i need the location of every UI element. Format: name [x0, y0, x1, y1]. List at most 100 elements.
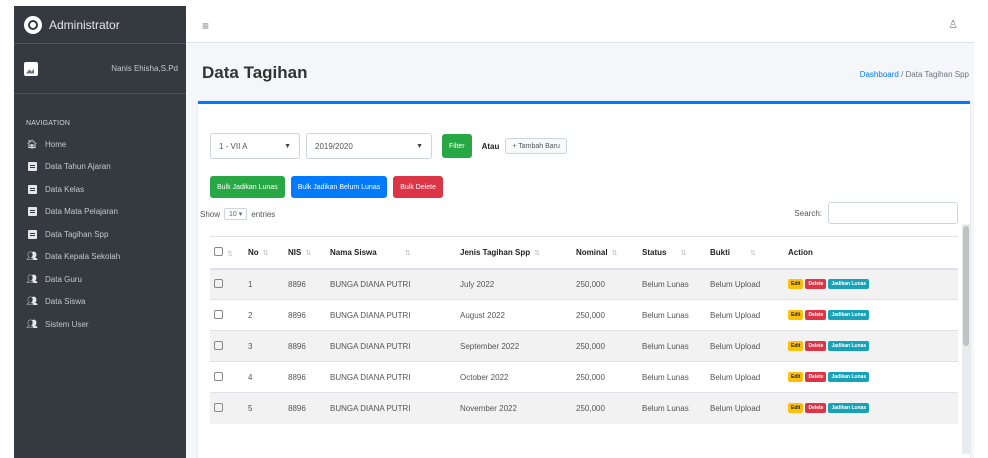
bulk-belum-lunas-button[interactable]: Bulk Jadikan Belum Lunas	[290, 176, 388, 198]
jadikan-lunas-button[interactable]: Jadikan Lunas	[828, 372, 870, 382]
user-name[interactable]: Nanis Ehisha,S.Pd	[111, 64, 178, 73]
col-jenis[interactable]: Jenis Tagihan Spp ⇅	[456, 236, 572, 270]
cell-bukti: Belum Upload	[706, 299, 784, 331]
cell-action: Edit Delete Jadikan Lunas	[784, 268, 958, 300]
user-icon[interactable]: ♙	[948, 18, 958, 31]
row-select[interactable]	[210, 330, 244, 362]
cell-nis: 8896	[284, 361, 326, 393]
sidebar-item-label: Data Tagihan Spp	[45, 229, 109, 239]
sidebar-item-label: Data Tahun Ajaran	[45, 162, 111, 172]
cell-nis: 8896	[284, 268, 326, 300]
table-icon	[26, 184, 38, 194]
table-scrollbar[interactable]	[962, 224, 970, 454]
col-action: Action	[784, 236, 958, 270]
content: Data Tagihan Dashboard / Data Tagihan Sp…	[186, 43, 974, 458]
sidebar-item-siswa[interactable]: 👥︎ Data Siswa	[14, 291, 186, 314]
table-row: 3 8896 BUNGA DIANA PUTRI September 2022 …	[210, 330, 958, 362]
users-icon: 👥︎	[26, 318, 38, 329]
delete-button[interactable]: Delete	[805, 341, 827, 351]
jadikan-lunas-button[interactable]: Jadikan Lunas	[828, 403, 870, 414]
tahun-select[interactable]: 2019/2020 ▼	[306, 133, 432, 159]
checkbox[interactable]	[214, 340, 223, 350]
sidebar-item-kepala-sekolah[interactable]: 👥︎ Data Kepala Sekolah	[14, 246, 186, 269]
chevron-down-icon: ▼	[416, 142, 423, 150]
delete-button[interactable]: Delete	[805, 403, 827, 414]
bulk-lunas-button[interactable]: Bulk Jadikan Lunas	[210, 176, 285, 198]
cell-status: Belum Lunas	[638, 268, 706, 300]
edit-button[interactable]: Edit	[788, 279, 804, 290]
sidebar-item-kelas[interactable]: Data Kelas	[14, 178, 186, 201]
jadikan-lunas-button[interactable]: Jadikan Lunas	[828, 310, 870, 320]
topbar: ≡ ♙	[186, 6, 974, 43]
checkbox[interactable]	[214, 246, 223, 256]
sidebar-item-label: Sistem User	[45, 319, 89, 329]
row-select[interactable]	[210, 299, 244, 331]
checkbox[interactable]	[214, 309, 223, 319]
jadikan-lunas-button[interactable]: Jadikan Lunas	[828, 279, 870, 290]
edit-button[interactable]: Edit	[788, 341, 804, 351]
checkbox[interactable]	[214, 278, 223, 288]
breadcrumb-current: Data Tagihan Spp	[905, 70, 969, 79]
col-nominal[interactable]: Nominal ⇅	[572, 236, 638, 270]
sidebar: Administrator Nanis Ehisha,S.Pd NAVIGATI…	[14, 6, 186, 458]
sidebar-item-guru[interactable]: 👥︎ Data Guru	[14, 268, 186, 291]
cell-nis: 8896	[284, 299, 326, 331]
jadikan-lunas-button[interactable]: Jadikan Lunas	[828, 341, 870, 351]
delete-button[interactable]: Delete	[805, 372, 827, 382]
edit-button[interactable]: Edit	[788, 372, 804, 382]
cell-bukti: Belum Upload	[706, 361, 784, 393]
col-no[interactable]: No ⇅	[244, 236, 284, 270]
table-row: 2 8896 BUNGA DIANA PUTRI August 2022 250…	[210, 299, 958, 331]
tagihan-table: ⇅ No ⇅ NIS ⇅ Nama Siswa ⇅ Jenis Tagihan Spp…	[210, 236, 958, 424]
bulk-delete-button[interactable]: Bulk Delete	[393, 176, 444, 198]
col-nama[interactable]: Nama Siswa ⇅	[326, 236, 456, 270]
cell-nama: BUNGA DIANA PUTRI	[326, 330, 456, 362]
delete-button[interactable]: Delete	[805, 310, 827, 320]
table-icon	[26, 207, 38, 217]
kelas-value: 1 - VII A	[219, 141, 248, 151]
cell-jenis: October 2022	[456, 361, 572, 393]
sidebar-item-tagihan-spp[interactable]: Data Tagihan Spp	[14, 223, 186, 246]
brand[interactable]: Administrator	[14, 6, 186, 44]
row-select[interactable]	[210, 392, 244, 424]
col-select-all[interactable]: ⇅	[210, 236, 244, 270]
col-bukti[interactable]: Bukti ⇅	[706, 236, 784, 270]
table-icon	[26, 229, 38, 239]
row-select[interactable]	[210, 361, 244, 393]
edit-button[interactable]: Edit	[788, 310, 804, 320]
col-nis[interactable]: NIS ⇅	[284, 236, 326, 270]
users-icon: 👥︎	[26, 296, 38, 307]
delete-button[interactable]: Delete	[805, 279, 827, 290]
user-panel[interactable]: Nanis Ehisha,S.Pd	[14, 44, 186, 94]
menu-icon[interactable]: ≡	[202, 19, 209, 33]
cell-status: Belum Lunas	[638, 299, 706, 331]
breadcrumb-home[interactable]: Dashboard	[860, 70, 899, 79]
entries-select[interactable]: 10 ▾	[224, 208, 248, 220]
checkbox[interactable]	[214, 402, 223, 412]
col-status[interactable]: Status ⇅	[638, 236, 706, 270]
row-select[interactable]	[210, 268, 244, 300]
cell-nominal: 250,000	[572, 268, 638, 300]
chevron-down-icon: ▼	[284, 142, 291, 150]
sidebar-item-home[interactable]: 🏠︎ Home	[14, 133, 186, 156]
kelas-select[interactable]: 1 - VII A ▼	[210, 133, 300, 159]
cell-nis: 8896	[284, 392, 326, 424]
length-control: Show 10 ▾ entries	[200, 208, 275, 220]
nav-header: NAVIGATION	[26, 120, 71, 127]
show-label: Show	[200, 209, 221, 219]
tambah-baru-button[interactable]: + Tambah Baru	[505, 138, 567, 154]
filter-button[interactable]: Filter	[442, 134, 472, 158]
cell-nominal: 250,000	[572, 330, 638, 362]
checkbox[interactable]	[214, 371, 223, 381]
sidebar-item-tahun-ajaran[interactable]: Data Tahun Ajaran	[14, 156, 186, 179]
cell-no: 2	[244, 299, 284, 331]
tahun-value: 2019/2020	[315, 141, 353, 151]
table-row: 1 8896 BUNGA DIANA PUTRI July 2022 250,0…	[210, 268, 958, 300]
edit-button[interactable]: Edit	[788, 403, 804, 414]
cell-action: Edit Delete Jadikan Lunas	[784, 330, 958, 362]
sidebar-item-sistem-user[interactable]: 👥︎ Sistem User	[14, 313, 186, 336]
sidebar-item-mata-pelajaran[interactable]: Data Mata Pelajaran	[14, 201, 186, 224]
scrollbar-thumb[interactable]	[963, 226, 969, 346]
cell-jenis: August 2022	[456, 299, 572, 331]
search-input[interactable]	[828, 202, 958, 224]
